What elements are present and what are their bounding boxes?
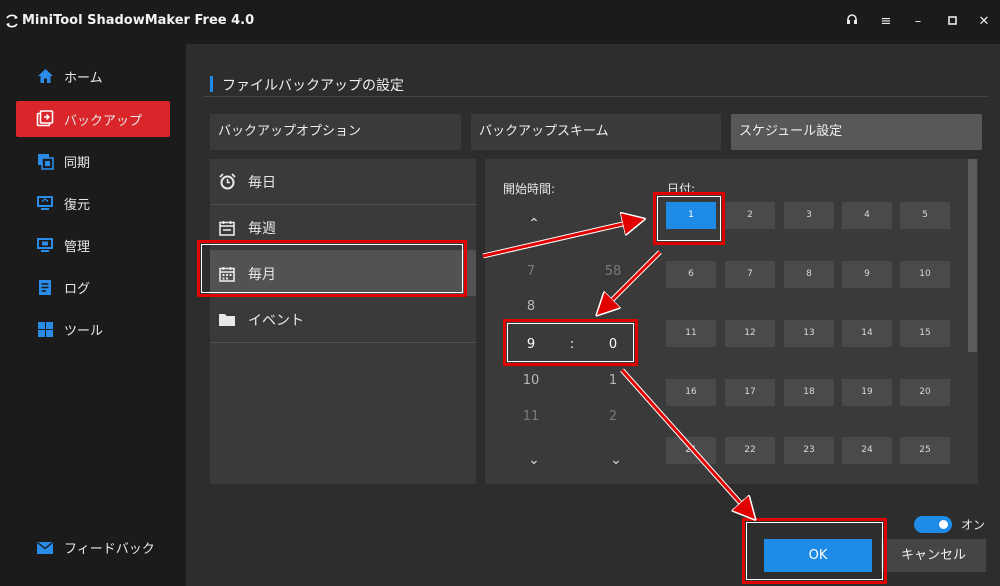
maximize-icon[interactable] xyxy=(942,12,962,32)
home-icon xyxy=(36,67,54,85)
frequency-event[interactable]: イベント xyxy=(210,297,476,342)
sidebar-item-label: 管理 xyxy=(64,239,91,255)
tab-backup-options[interactable]: バックアップオプション xyxy=(210,114,461,150)
day-cell[interactable]: 16 xyxy=(666,379,716,406)
section-divider xyxy=(204,96,987,97)
minute-down-icon[interactable]: ⌄ xyxy=(606,452,626,472)
day-cell[interactable]: 19 xyxy=(842,379,892,406)
day-cell[interactable]: 9 xyxy=(842,261,892,288)
day-cell[interactable]: 7 xyxy=(725,261,775,288)
day-cell[interactable]: 5 xyxy=(900,202,950,229)
hour-option[interactable]: 8 xyxy=(516,299,546,314)
sidebar-item-manage[interactable]: 管理 xyxy=(16,227,170,263)
close-icon[interactable]: ✕ xyxy=(974,12,994,32)
toggle-label: オン xyxy=(961,518,986,532)
hour-option[interactable]: 7 xyxy=(516,264,546,279)
minimize-icon[interactable]: – xyxy=(908,12,928,32)
minute-option[interactable]: 1 xyxy=(598,373,628,388)
day-cell[interactable]: 23 xyxy=(784,437,834,464)
day-cell[interactable]: 22 xyxy=(725,437,775,464)
sidebar-item-tools[interactable]: ツール xyxy=(16,311,170,347)
mail-icon xyxy=(36,539,54,557)
day-cell[interactable]: 20 xyxy=(900,379,950,406)
sidebar-item-log[interactable]: ログ xyxy=(16,269,170,305)
hour-down-icon[interactable]: ⌄ xyxy=(524,452,544,472)
hour-up-icon[interactable]: ⌃ xyxy=(524,216,544,236)
tools-icon xyxy=(36,320,54,338)
day-cell[interactable]: 12 xyxy=(725,320,775,347)
tab-schedule[interactable]: スケジュール設定 xyxy=(731,114,982,150)
sidebar-item-backup[interactable]: バックアップ xyxy=(16,101,170,137)
day-cell[interactable]: 15 xyxy=(900,320,950,347)
feedback-link[interactable]: フィードバック xyxy=(36,538,155,557)
sidebar-item-label: バックアップ xyxy=(64,113,143,129)
frequency-label: 毎週 xyxy=(248,220,276,237)
start-time-label: 開始時間: xyxy=(503,182,556,196)
frequency-label: イベント xyxy=(248,312,304,329)
headset-icon[interactable] xyxy=(842,12,862,32)
sidebar-item-label: ログ xyxy=(64,281,91,297)
day-cell[interactable]: 6 xyxy=(666,261,716,288)
day-cell[interactable]: 14 xyxy=(842,320,892,347)
section-accent-bar xyxy=(210,76,213,92)
frequency-label: 毎日 xyxy=(248,174,276,191)
frequency-daily[interactable]: 毎日 xyxy=(210,159,476,204)
sidebar-item-home[interactable]: ホーム xyxy=(16,58,170,94)
app-title: MiniTool ShadowMaker Free 4.0 xyxy=(22,13,255,28)
hour-option[interactable]: 11 xyxy=(516,409,546,424)
schedule-toggle[interactable] xyxy=(914,516,952,533)
sidebar-item-label: 同期 xyxy=(64,155,91,171)
day-cell[interactable]: 13 xyxy=(784,320,834,347)
sync-icon xyxy=(36,152,54,170)
frequency-divider xyxy=(210,204,476,205)
sidebar-item-restore[interactable]: 復元 xyxy=(16,185,170,221)
clock-icon xyxy=(216,171,238,193)
sidebar-item-label: 復元 xyxy=(64,197,91,213)
day-cell[interactable]: 8 xyxy=(784,261,834,288)
day-cell[interactable]: 4 xyxy=(842,202,892,229)
feedback-label: フィードバック xyxy=(64,542,155,557)
manage-icon xyxy=(36,236,54,254)
section-title: ファイルバックアップの設定 xyxy=(222,78,404,94)
sidebar-item-label: ホーム xyxy=(64,70,103,86)
log-icon xyxy=(36,278,54,296)
sidebar-item-label: ツール xyxy=(64,323,104,339)
frequency-divider xyxy=(210,342,476,343)
folder-icon xyxy=(216,309,238,331)
day-cell[interactable]: 2 xyxy=(725,202,775,229)
day-cell[interactable]: 18 xyxy=(784,379,834,406)
day-cell[interactable]: 17 xyxy=(725,379,775,406)
hour-option[interactable]: 10 xyxy=(516,373,546,388)
day-cell[interactable]: 21 xyxy=(666,437,716,464)
title-bar: MiniTool ShadowMaker Free 4.0 ≡ – ✕ xyxy=(0,0,1000,44)
annotation-box-monthly xyxy=(197,240,467,297)
sidebar-item-sync[interactable]: 同期 xyxy=(16,143,170,179)
day-cell[interactable]: 11 xyxy=(666,320,716,347)
app-logo-icon xyxy=(6,14,18,28)
minute-option[interactable]: 2 xyxy=(598,409,628,424)
cancel-button[interactable]: キャンセル xyxy=(881,539,986,572)
day-cell[interactable]: 3 xyxy=(784,202,834,229)
day-cell[interactable]: 10 xyxy=(900,261,950,288)
annotation-box-ok xyxy=(742,518,887,584)
backup-icon xyxy=(36,110,54,128)
annotation-box-day xyxy=(653,192,725,245)
day-cell[interactable]: 25 xyxy=(900,437,950,464)
restore-icon xyxy=(36,194,54,212)
menu-icon[interactable]: ≡ xyxy=(876,12,896,32)
calendar-week-icon xyxy=(216,217,238,239)
minute-option[interactable]: 58 xyxy=(598,264,628,279)
toggle-knob xyxy=(939,520,948,529)
annotation-box-time xyxy=(503,319,638,366)
day-cell[interactable]: 24 xyxy=(842,437,892,464)
frequency-panel: 毎日 毎週 毎月 イベント xyxy=(210,159,476,484)
tab-backup-scheme[interactable]: バックアップスキーム xyxy=(471,114,721,150)
schedule-scrollbar[interactable] xyxy=(968,159,977,352)
